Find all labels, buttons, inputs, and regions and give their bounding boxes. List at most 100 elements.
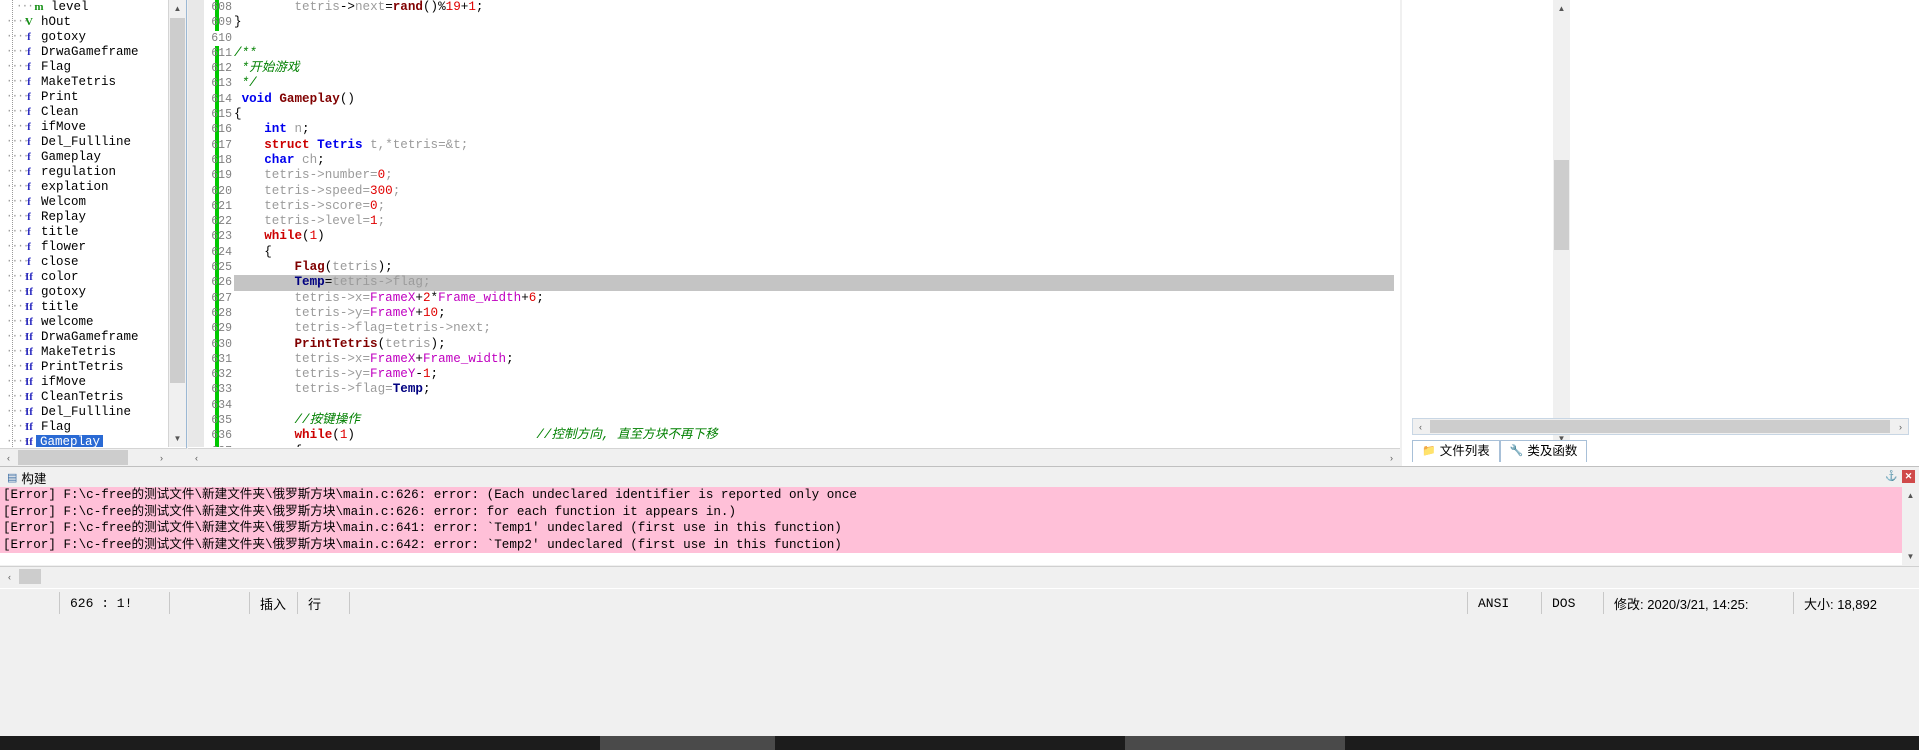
right-dock-hscroll-right-button[interactable]: › <box>1893 419 1908 434</box>
code-line[interactable]: 628 tetris->y=FrameY+10; <box>188 305 1400 322</box>
code-editor[interactable]: 608 tetris->next=rand()%19+1; 609} 610 611/… <box>188 0 1400 466</box>
tree-item-del_fullline[interactable]: ···· f Del_Fullline <box>0 135 170 150</box>
tree-item-clean[interactable]: ···· f Clean <box>0 105 170 120</box>
tree-item-ifmove[interactable]: ···· If ifMove <box>0 375 170 390</box>
tree-item-welcome[interactable]: ···· If welcome <box>0 315 170 330</box>
build-scroll-down-button[interactable]: ▼ <box>1902 548 1919 565</box>
tree-item-flag[interactable]: ···· f Flag <box>0 60 170 75</box>
code-line[interactable]: 623 while(1) <box>188 229 1400 245</box>
code-line[interactable]: 608 tetris->next=rand()%19+1; <box>188 0 1400 16</box>
tree-item-replay[interactable]: ···· f Replay <box>0 210 170 225</box>
tree-item-welcom[interactable]: ···· f Welcom <box>0 195 170 210</box>
tree-scroll-up-button[interactable]: ▲ <box>169 0 186 17</box>
code-line[interactable]: 613 */ <box>188 76 1400 92</box>
code-line[interactable]: 636 while(1) //控制方向, 直至方块不再下移 <box>188 428 1400 444</box>
tree-item-explation[interactable]: ···· f explation <box>0 180 170 195</box>
tree-item-del_fullline[interactable]: ···· If Del_Fullline <box>0 405 170 420</box>
tree-item-flower[interactable]: ···· f flower <box>0 240 170 255</box>
right-dock-hscroll-thumb[interactable] <box>1430 420 1890 433</box>
code-line[interactable]: 617 struct Tetris t,*tetris=&t; <box>188 137 1400 153</box>
build-error-line[interactable]: [Error] F:\c-free的测试文件\新建文件夹\俄罗斯方块\main.… <box>0 503 1919 520</box>
tree-item-regulation[interactable]: ···· f regulation <box>0 165 170 180</box>
build-error-line[interactable]: [Error] F:\c-free的测试文件\新建文件夹\俄罗斯方块\main.… <box>0 520 1919 537</box>
build-vertical-scrollbar[interactable]: ▲ ▼ <box>1902 487 1919 565</box>
right-dock-hscroll-left-button[interactable]: ‹ <box>1413 419 1428 434</box>
editor-vertical-scrollbar[interactable]: ▲ ▼ <box>1553 0 1570 447</box>
build-scroll-up-button[interactable]: ▲ <box>1902 487 1919 504</box>
tree-item-hout[interactable]: ···· VhOut <box>0 15 170 30</box>
build-hscroll-left-button[interactable]: ‹ <box>1 568 18 585</box>
tree-hscroll-left-button[interactable]: ‹ <box>0 449 17 466</box>
tree-horizontal-scrollbar[interactable]: ‹ › <box>0 448 187 466</box>
code-line[interactable]: 627 tetris->x=FrameX+2*Frame_width+6; <box>188 290 1400 306</box>
code-line[interactable]: 619 tetris->number=0; <box>188 168 1400 184</box>
build-horizontal-scrollbar[interactable]: ‹ <box>0 566 1919 586</box>
editor-hscroll-left-button[interactable]: ‹ <box>188 449 205 466</box>
code-line[interactable]: 630 PrintTetris(tetris); <box>188 336 1400 352</box>
editor-lines[interactable]: 608 tetris->next=rand()%19+1; 609} 610 611/… <box>188 0 1400 447</box>
tree-item-printtetris[interactable]: ···· If PrintTetris <box>0 360 170 375</box>
tree-hscroll-right-button[interactable]: › <box>153 449 170 466</box>
editor-code-area[interactable]: 608 tetris->next=rand()%19+1; 609} 610 611/… <box>188 0 1400 447</box>
right-dock-tabs[interactable]: 📁 文件列表 🔧 类及函数 <box>1412 440 1588 462</box>
right-dock-tab-1[interactable]: 📁 文件列表 <box>1412 440 1500 462</box>
code-line[interactable]: 609} <box>188 15 1400 31</box>
right-dock-horizontal-scrollbar[interactable]: ‹ › <box>1412 418 1909 435</box>
code-line[interactable]: 621 tetris->score=0; <box>188 198 1400 215</box>
tree-item-flag[interactable]: ···· If Flag <box>0 420 170 435</box>
tree-item-drwagameframe[interactable]: ···· f DrwaGameframe <box>0 45 170 60</box>
editor-hscroll-right-button[interactable]: › <box>1383 449 1400 466</box>
tree-hscroll-thumb[interactable] <box>18 450 128 465</box>
tree-item-gotoxy[interactable]: ···· If gotoxy <box>0 285 170 300</box>
code-line[interactable]: 625 Flag(tetris); <box>188 260 1400 276</box>
tree-scroll-down-button[interactable]: ▼ <box>169 430 186 447</box>
taskbar-item-1[interactable] <box>600 736 775 750</box>
tree-item-maketetris[interactable]: ···· f MakeTetris <box>0 75 170 90</box>
tree-item-color[interactable]: ···· If color <box>0 270 170 285</box>
code-line[interactable]: 637 { <box>188 443 1400 447</box>
pin-icon[interactable]: ⚓ <box>1885 470 1898 483</box>
tree-item-title[interactable]: ···· f title <box>0 225 170 240</box>
build-error-line[interactable]: [Error] F:\c-free的测试文件\新建文件夹\俄罗斯方块\main.… <box>0 536 1919 553</box>
tree-scroll-thumb[interactable] <box>170 18 185 383</box>
code-line[interactable]: 635 //按键操作 <box>188 413 1400 429</box>
code-line[interactable]: 611/** <box>188 45 1400 62</box>
taskbar-strip[interactable] <box>0 736 1919 750</box>
build-error-line[interactable]: [Error] F:\c-free的测试文件\新建文件夹\俄罗斯方块\main.… <box>0 487 1919 504</box>
tree-item-close[interactable]: ···· f close <box>0 255 170 270</box>
code-line[interactable]: 612 *开始游戏 <box>188 61 1400 77</box>
tree-item-cleantetris[interactable]: ···· If CleanTetris <box>0 390 170 405</box>
build-error-list[interactable]: [Error] F:\c-free的测试文件\新建文件夹\俄罗斯方块\main.… <box>0 487 1919 565</box>
code-line[interactable]: 618 char ch; <box>188 152 1400 169</box>
code-line[interactable]: 632 tetris->y=FrameY-1; <box>188 367 1400 383</box>
code-line[interactable]: 610 <box>188 30 1400 46</box>
tree-item-drwagameframe[interactable]: ···· If DrwaGameframe <box>0 330 170 345</box>
tree-item-gotoxy[interactable]: ···· f gotoxy <box>0 30 170 45</box>
code-line[interactable]: 614 void Gameplay() <box>188 91 1400 108</box>
tree-item-title[interactable]: ···· If title <box>0 300 170 315</box>
code-line[interactable]: 620 tetris->speed=300; <box>188 183 1400 199</box>
code-line[interactable]: 624 { <box>188 244 1400 261</box>
tree-item-gameplay[interactable]: ···· If Gameplay <box>0 435 170 447</box>
right-dock-tab-2[interactable]: 🔧 类及函数 <box>1499 440 1588 462</box>
tree-item-maketetris[interactable]: ···· If MakeTetris <box>0 345 170 360</box>
code-line[interactable]: 633 tetris->flag=Temp; <box>188 382 1400 398</box>
code-line[interactable]: 616 int n; <box>188 122 1400 138</box>
code-line[interactable]: 622 tetris->level=1; <box>188 214 1400 230</box>
symbol-tree-panel[interactable]: ···· m level ···· VhOut ···· f gotoxy ···· f DrwaG… <box>0 0 187 466</box>
tree-item-gameplay[interactable]: ···· f Gameplay <box>0 150 170 165</box>
editor-scroll-up-button[interactable]: ▲ <box>1553 0 1570 17</box>
taskbar-item-2[interactable] <box>1125 736 1345 750</box>
tree-item-level[interactable]: ···· m level <box>0 0 170 15</box>
build-hscroll-thumb[interactable] <box>19 569 41 584</box>
symbol-tree-list[interactable]: ···· m level ···· VhOut ···· f gotoxy ···· f DrwaG… <box>0 0 170 447</box>
close-icon[interactable]: ✕ <box>1902 470 1915 483</box>
editor-horizontal-scrollbar[interactable]: ‹ › <box>188 448 1400 466</box>
tree-vertical-scrollbar[interactable]: ▲ ▼ <box>168 0 186 447</box>
tree-item-print[interactable]: ···· f Print <box>0 90 170 105</box>
code-line[interactable]: 634 <box>188 397 1400 414</box>
code-line[interactable]: 629 tetris->flag=tetris->next; <box>188 321 1400 337</box>
code-line[interactable]: 631 tetris->x=FrameX+Frame_width; <box>188 351 1400 368</box>
tree-item-ifmove[interactable]: ···· f ifMove <box>0 120 170 135</box>
code-line[interactable]: 615{ <box>188 107 1400 123</box>
